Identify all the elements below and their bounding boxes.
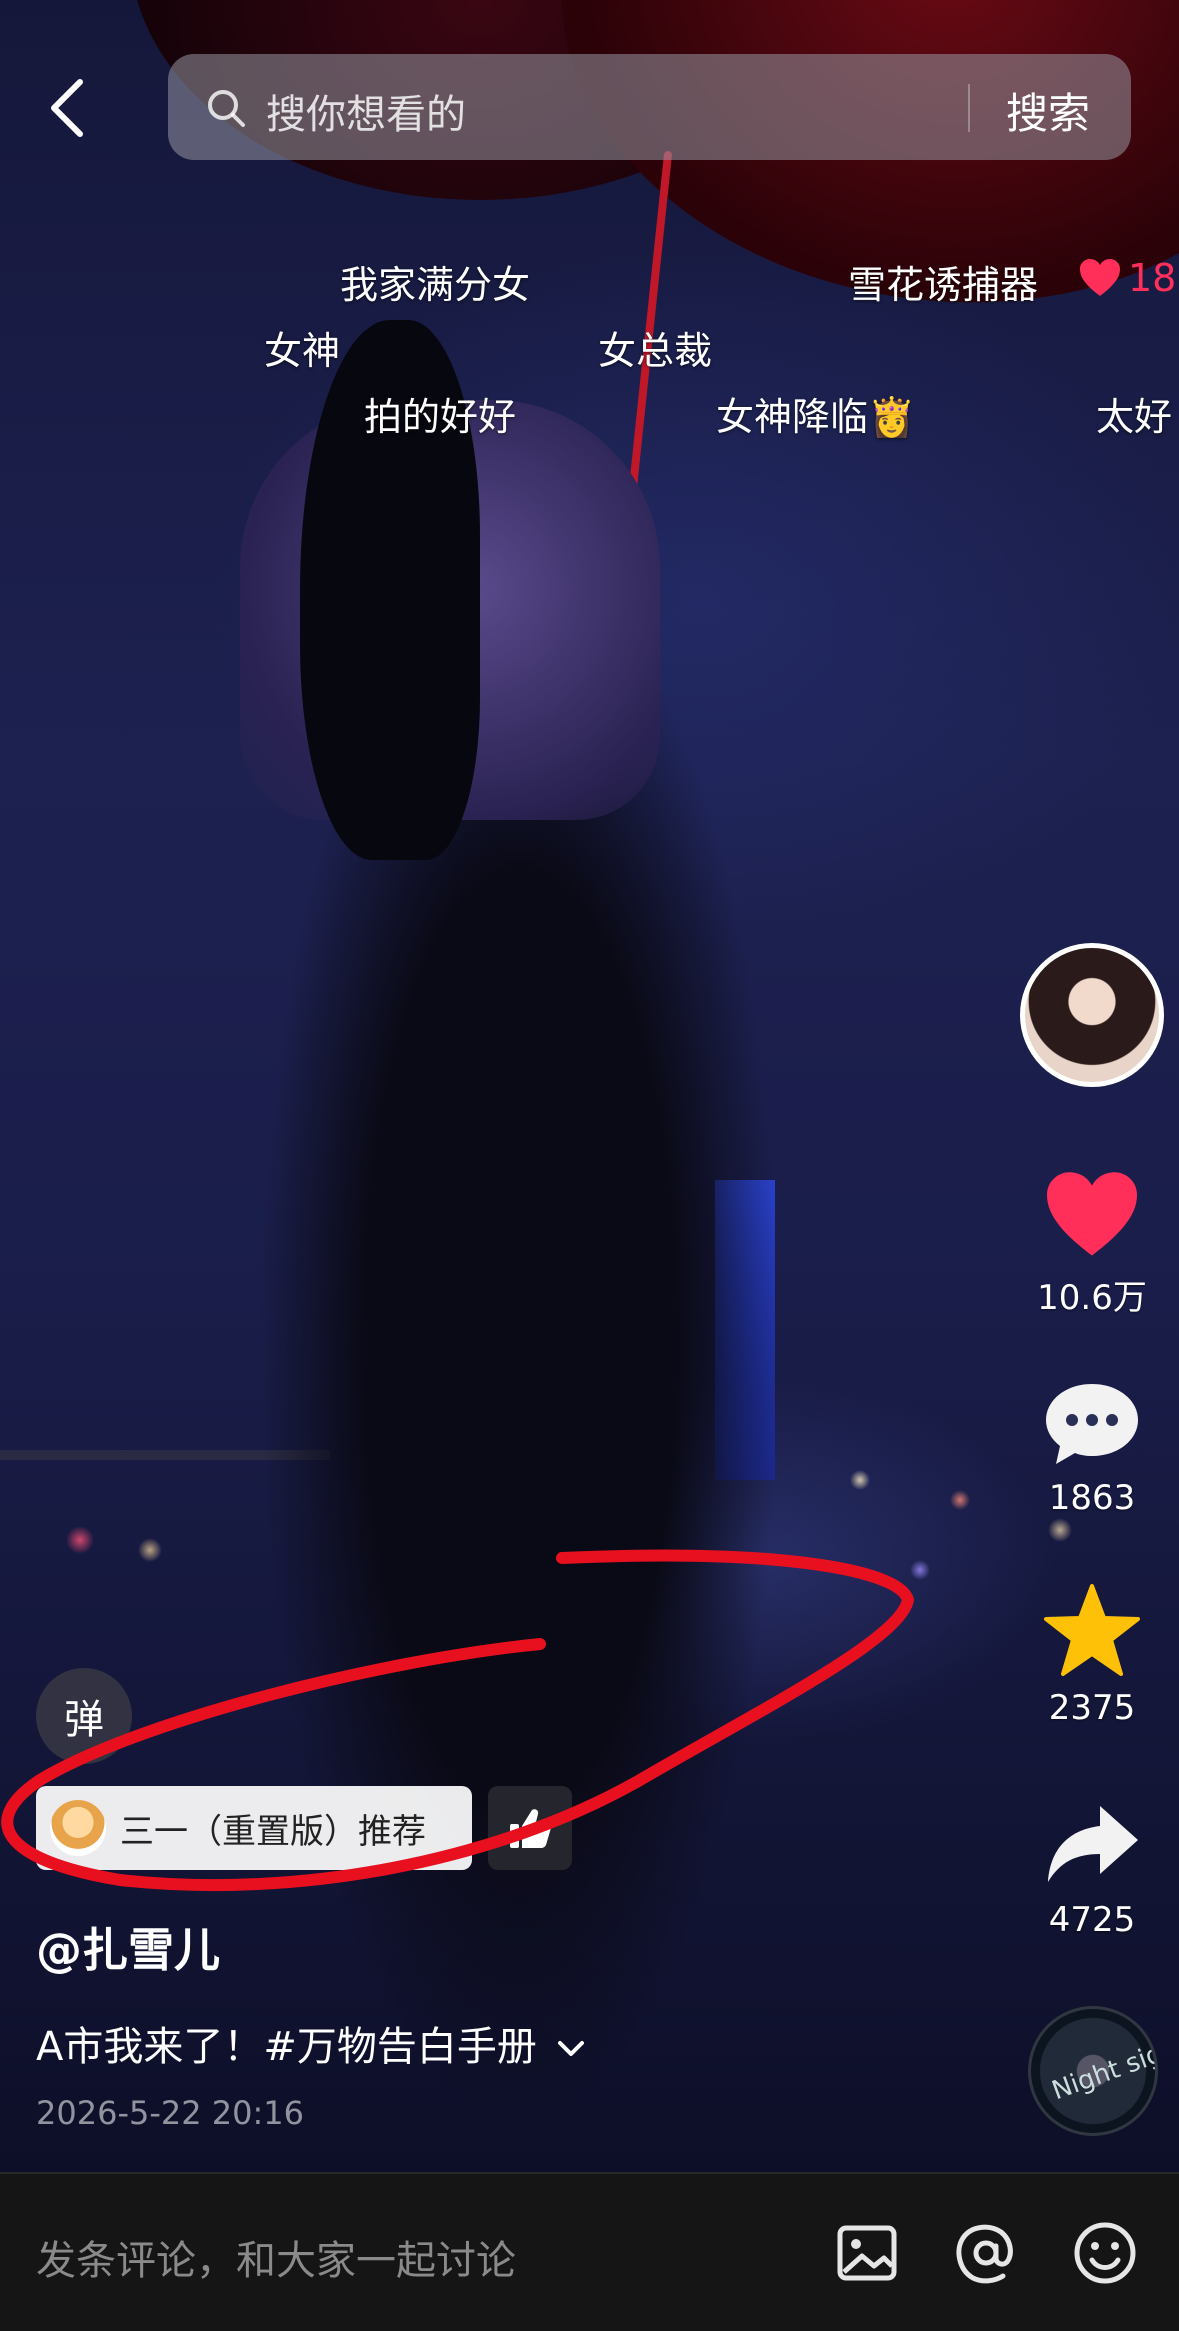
caption-text: A市我来了！#万物告白手册 bbox=[36, 2024, 537, 2070]
like-button[interactable]: 10.6万 bbox=[1027, 1170, 1157, 1319]
recommend-text: 三一（重置版）推荐 bbox=[120, 1811, 426, 1852]
creator-avatar[interactable] bbox=[1020, 943, 1164, 1087]
favorite-button[interactable]: 2375 bbox=[1027, 1582, 1157, 1728]
search-input[interactable]: 搜你想看的 bbox=[266, 82, 466, 140]
danmaku-item[interactable]: 我家满分女 bbox=[340, 254, 530, 309]
search-bar[interactable]: 搜你想看的 搜索 bbox=[168, 54, 1131, 160]
heart-icon bbox=[1080, 259, 1120, 296]
share-count: 4725 bbox=[1048, 1900, 1136, 1940]
search-icon bbox=[208, 90, 245, 127]
mention-icon[interactable] bbox=[951, 2218, 1021, 2288]
danmaku-item[interactable]: 女总裁 bbox=[598, 320, 712, 375]
image-icon[interactable] bbox=[832, 2218, 902, 2288]
comment-bar: 发条评论，和大家一起讨论 bbox=[0, 2172, 1179, 2331]
thumbs-up-icon bbox=[510, 1809, 552, 1848]
back-button[interactable] bbox=[44, 78, 94, 138]
danmaku-item[interactable]: 太好 bbox=[1096, 386, 1172, 441]
recommend-like-button[interactable] bbox=[488, 1786, 572, 1870]
share-button[interactable]: 4725 bbox=[1027, 1800, 1157, 1940]
danmaku-item[interactable]: 女神 bbox=[264, 320, 340, 375]
comment-button[interactable]: 1863 bbox=[1027, 1378, 1157, 1518]
danmaku-like: 185 bbox=[1078, 256, 1179, 300]
recommend-tag[interactable]: 三一（重置版）推荐 bbox=[36, 1786, 472, 1870]
danmaku-item[interactable]: 女神降临👸 bbox=[716, 386, 915, 441]
danmaku-item[interactable]: 拍的好好 bbox=[364, 386, 516, 441]
chevron-left-icon bbox=[51, 79, 83, 137]
recommender-avatar bbox=[50, 1800, 106, 1856]
danmaku-toggle-button[interactable]: 弹 bbox=[36, 1668, 132, 1764]
share-arrow-icon bbox=[1048, 1806, 1138, 1882]
creator-username[interactable]: @扎雪儿 bbox=[36, 1914, 220, 1980]
star-icon bbox=[1044, 1584, 1140, 1676]
heart-icon bbox=[1047, 1172, 1137, 1256]
comment-count: 1863 bbox=[1048, 1478, 1136, 1518]
comment-icon bbox=[1046, 1384, 1138, 1464]
search-divider bbox=[968, 84, 970, 132]
music-disc[interactable]: Night sight bbox=[1028, 2006, 1158, 2136]
chevron-down-icon bbox=[557, 2041, 584, 2056]
danmaku-item[interactable]: 雪花诱捕器 bbox=[848, 254, 1038, 309]
music-disc-label: Night sight bbox=[1048, 2029, 1158, 2107]
search-button[interactable]: 搜索 bbox=[1006, 80, 1090, 141]
danmaku-toggle-label: 弹 bbox=[64, 1697, 104, 1743]
post-timestamp: 2026-5-22 20:16 bbox=[36, 2094, 304, 2132]
like-count: 10.6万 bbox=[1037, 1278, 1147, 1318]
emoji-icon[interactable] bbox=[1070, 2218, 1140, 2288]
danmaku-like-count: 185 bbox=[1128, 256, 1179, 300]
favorite-count: 2375 bbox=[1048, 1688, 1136, 1728]
video-caption[interactable]: A市我来了！#万物告白手册 bbox=[36, 2014, 586, 2072]
comment-input[interactable]: 发条评论，和大家一起讨论 bbox=[36, 2228, 516, 2286]
